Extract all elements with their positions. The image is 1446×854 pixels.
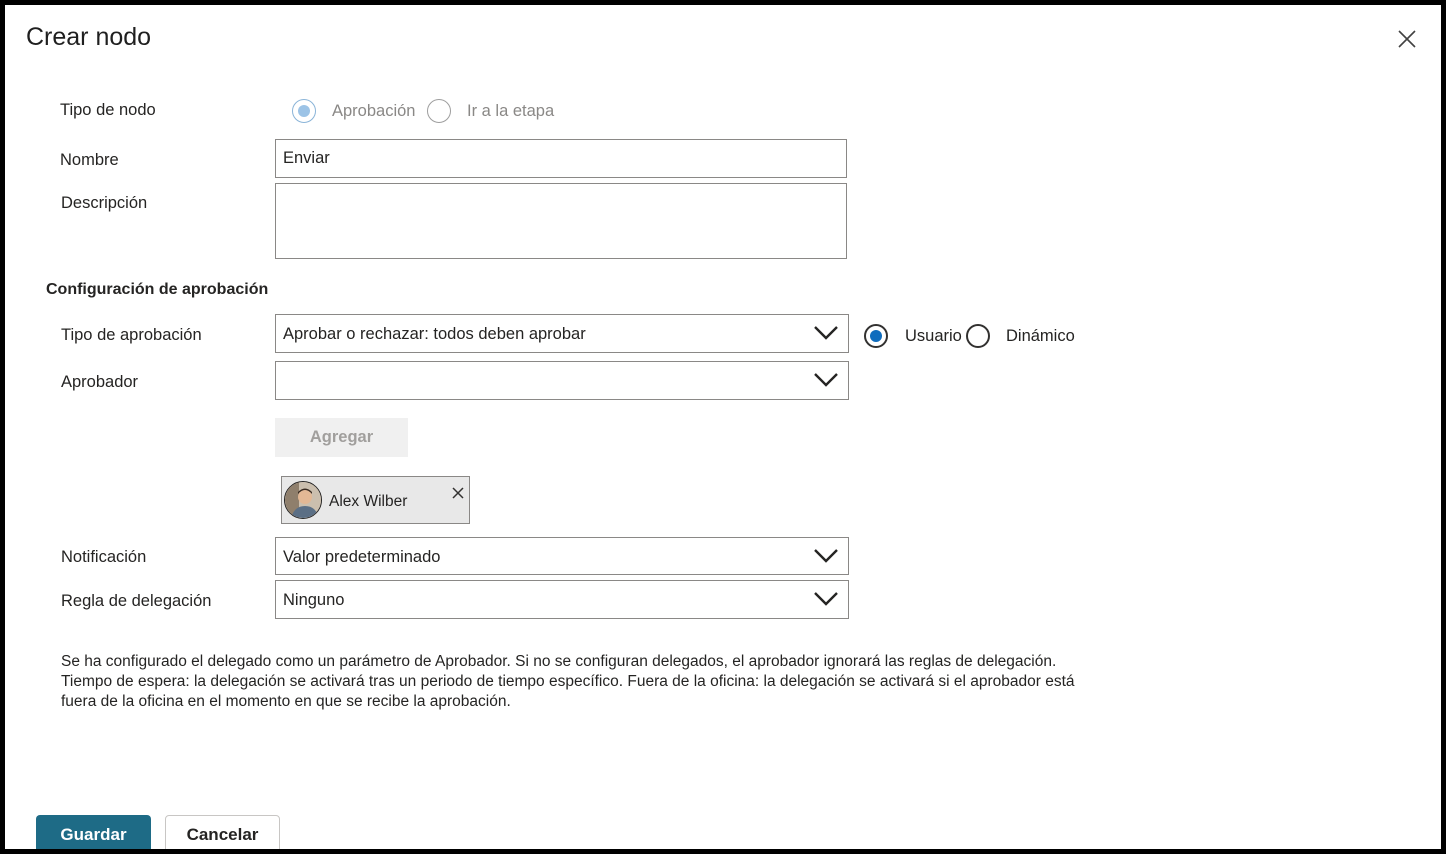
cancel-button[interactable]: Cancelar	[165, 815, 280, 849]
chevron-down-icon	[814, 592, 838, 606]
approval-type-select[interactable]: Aprobar o rechazar: todos deben aprobar	[275, 314, 849, 353]
radio-approver-user[interactable]	[864, 324, 888, 348]
radio-node-type-approval[interactable]	[292, 99, 316, 123]
radio-label-dynamic[interactable]: Dinámico	[1006, 327, 1075, 346]
notification-label: Notificación	[61, 548, 147, 566]
radio-label-approval[interactable]: Aprobación	[332, 102, 415, 121]
save-button[interactable]: Guardar	[36, 815, 151, 849]
info-line: Se ha configurado el delegado como un pa…	[61, 653, 1057, 670]
chevron-down-icon	[814, 373, 838, 387]
avatar	[284, 481, 322, 519]
remove-icon[interactable]	[452, 487, 464, 499]
create-node-dialog: Crear nodo Tipo de nodo Aprobación Ir a …	[5, 5, 1441, 849]
close-icon[interactable]	[1395, 27, 1419, 51]
notification-select[interactable]: Valor predeterminado	[275, 537, 849, 575]
name-label: Nombre	[60, 151, 119, 169]
approval-type-label: Tipo de aprobación	[61, 326, 202, 344]
info-line: fuera de la oficina en el momento en que…	[61, 693, 511, 710]
description-label: Descripción	[61, 194, 148, 212]
radio-label-user[interactable]: Usuario	[905, 327, 962, 346]
approver-chip: Alex Wilber	[281, 476, 470, 524]
info-line: Tiempo de espera: la delegación se activ…	[61, 673, 1075, 690]
description-textarea[interactable]	[275, 183, 847, 259]
approval-config-title: Configuración de aprobación	[46, 281, 269, 298]
chevron-down-icon	[814, 326, 838, 340]
radio-label-go-to-stage[interactable]: Ir a la etapa	[467, 102, 554, 121]
notification-value: Valor predeterminado	[283, 548, 441, 566]
delegation-rule-value: Ninguno	[283, 591, 345, 609]
approver-label: Aprobador	[61, 373, 139, 391]
approval-type-value: Aprobar o rechazar: todos deben aprobar	[283, 325, 586, 343]
chevron-down-icon	[814, 549, 838, 563]
delegation-rule-label: Regla de delegación	[61, 592, 212, 610]
add-approver-button[interactable]: Agregar	[275, 418, 408, 457]
dialog-title: Crear nodo	[26, 23, 152, 51]
radio-node-type-go-to-stage[interactable]	[427, 99, 451, 123]
radio-approver-dynamic[interactable]	[966, 324, 990, 348]
approver-name: Alex Wilber	[329, 493, 408, 510]
delegation-info-text: Se ha configurado el delegado como un pa…	[61, 652, 1101, 712]
approver-select[interactable]	[275, 361, 849, 400]
name-input[interactable]	[275, 139, 847, 178]
delegation-rule-select[interactable]: Ninguno	[275, 580, 849, 619]
node-type-label: Tipo de nodo	[60, 101, 156, 119]
